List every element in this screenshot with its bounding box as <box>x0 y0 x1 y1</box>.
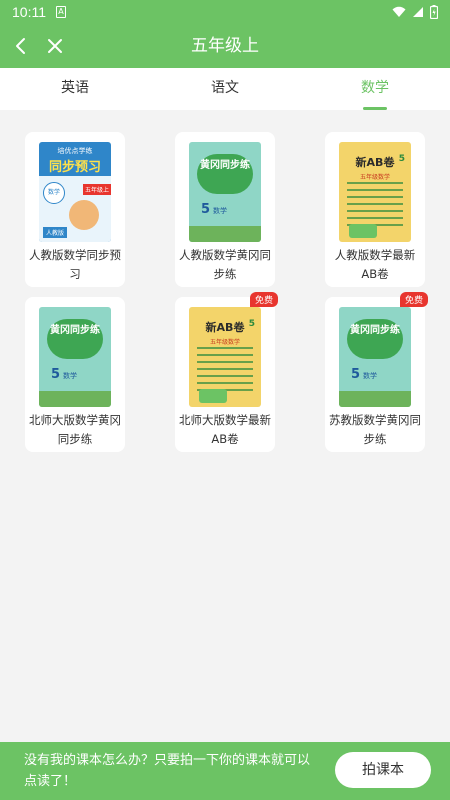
cover-subject: 数学 <box>63 372 77 380</box>
chevron-left-icon <box>16 38 25 54</box>
book-cover: 黄冈同步练 5 数学 <box>189 142 261 242</box>
bottom-bar: 没有我的课本怎么办？只要拍一下你的课本就可以点读了！ 拍课本 <box>0 742 450 800</box>
book-title: 人教版数学同步预习 <box>29 248 121 281</box>
cover-number: 5 <box>51 367 61 382</box>
cover-tag <box>199 389 227 403</box>
cover-lines <box>197 347 253 391</box>
cover-subject: 数学 <box>213 207 227 215</box>
tab-english[interactable]: 英语 <box>0 68 150 110</box>
book-cover: 黄冈同步练 5 数学 <box>39 307 111 407</box>
cover-subject: 数学 <box>363 372 377 380</box>
book-card[interactable]: 培优点学练 同步预习 数学 五年级上 人教版 人教版数学同步预习 <box>25 132 125 287</box>
cover-title: 黄冈同步练 <box>200 160 250 171</box>
notification-icon: A <box>56 6 66 18</box>
cover-number: 5 <box>398 154 405 164</box>
book-card[interactable]: 黄冈同步练 5 数学 北师大版数学黄冈同步练 <box>25 297 125 452</box>
signal-icon <box>413 7 423 17</box>
cover-ground <box>39 391 111 407</box>
book-cover: 黄冈同步练 5 数学 <box>339 307 411 407</box>
cover-subtitle: 五年级数学 <box>209 339 240 346</box>
book-cover: 新AB卷 五年级数学 5 <box>339 142 411 242</box>
cover-grade: 五年级上 <box>83 184 111 195</box>
tab-math[interactable]: 数学 <box>300 68 450 110</box>
cover-lines <box>347 182 403 226</box>
subject-tabs: 英语 语文 数学 <box>0 68 450 110</box>
cover-top-text: 培优点学练 <box>57 147 93 155</box>
cover-title: 黄冈同步练 <box>50 325 100 336</box>
book-title: 人教版数学黄冈同步练 <box>179 248 271 281</box>
free-badge: 免费 <box>249 292 278 307</box>
close-icon <box>48 39 62 53</box>
title-bar: 五年级上 <box>0 24 450 68</box>
book-cover: 培优点学练 同步预习 数学 五年级上 人教版 <box>39 142 111 242</box>
footer-tip: 没有我的课本怎么办？只要拍一下你的课本就可以点读了！ <box>24 753 311 789</box>
cover-tag <box>349 224 377 238</box>
cover-edition: 人教版 <box>43 227 68 238</box>
cover-number: 5 <box>201 202 211 217</box>
battery-icon <box>430 5 438 19</box>
cover-number: 5 <box>351 367 361 382</box>
status-time: 10:11 <box>12 4 46 20</box>
back-button[interactable] <box>4 24 38 68</box>
book-card[interactable]: 新AB卷 五年级数学 5 北师大版数学最新AB卷 免费 <box>175 292 278 452</box>
book-cover: 新AB卷 五年级数学 5 <box>189 307 261 407</box>
wifi-icon <box>392 6 406 17</box>
tab-chinese[interactable]: 语文 <box>150 68 300 110</box>
status-bar: 10:11 A <box>0 0 450 24</box>
cover-ground <box>189 226 261 242</box>
cover-number: 5 <box>248 319 255 329</box>
free-badge: 免费 <box>399 292 428 307</box>
close-button[interactable] <box>38 24 72 68</box>
book-title: 北师大版数学黄冈同步练 <box>29 413 121 446</box>
scan-textbook-button[interactable]: 拍课本 <box>335 752 431 788</box>
book-card[interactable]: 黄冈同步练 5 数学 人教版数学黄冈同步练 <box>175 132 275 287</box>
cover-title: 黄冈同步练 <box>350 325 400 336</box>
book-title: 人教版数学最新AB卷 <box>334 248 416 281</box>
cover-ground <box>339 391 411 407</box>
book-card[interactable]: 新AB卷 五年级数学 5 人教版数学最新AB卷 <box>325 132 425 287</box>
cover-illustration <box>69 200 99 230</box>
cover-subject: 数学 <box>43 182 65 204</box>
cover-title: 同步预习 <box>48 160 101 175</box>
book-title: 北师大版数学最新AB卷 <box>179 413 271 446</box>
book-title: 苏教版数学黄冈同步练 <box>329 413 421 446</box>
cover-subtitle: 五年级数学 <box>359 174 390 181</box>
book-card[interactable]: 黄冈同步练 5 数学 苏教版数学黄冈同步练 免费 <box>325 292 428 452</box>
